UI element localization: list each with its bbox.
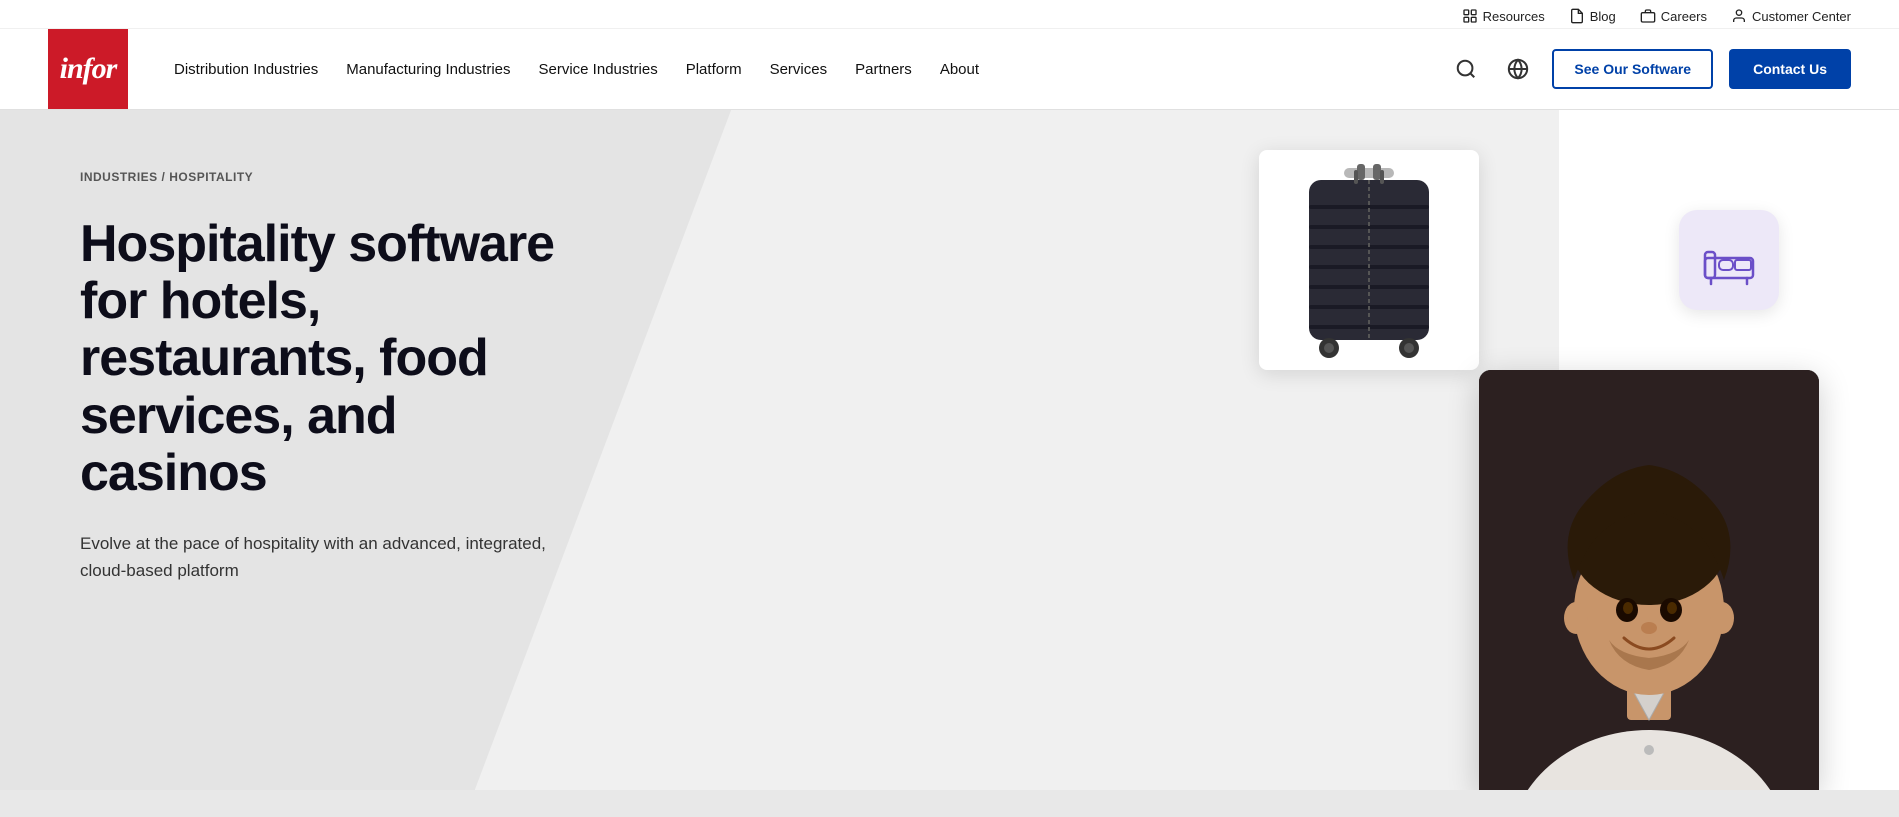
person-image-card bbox=[1479, 370, 1819, 790]
top-bar: Resources Blog Careers Customer Center bbox=[0, 0, 1899, 29]
nav-services[interactable]: Services bbox=[756, 29, 842, 109]
nav-about[interactable]: About bbox=[926, 29, 993, 109]
blog-link[interactable]: Blog bbox=[1569, 8, 1616, 24]
breadcrumb: INDUSTRIES / HOSPITALITY bbox=[80, 170, 560, 184]
nav-links: Distribution Industries Manufacturing In… bbox=[160, 29, 1448, 109]
nav-right: See Our Software Contact Us bbox=[1448, 49, 1851, 89]
search-button[interactable] bbox=[1448, 51, 1484, 87]
resources-link[interactable]: Resources bbox=[1462, 8, 1545, 24]
nav-partners[interactable]: Partners bbox=[841, 29, 926, 109]
nav-platform[interactable]: Platform bbox=[672, 29, 756, 109]
hero-section: INDUSTRIES / HOSPITALITY Hospitality sof… bbox=[0, 110, 1899, 790]
hero-title: Hospitality software for hotels, restaur… bbox=[80, 216, 560, 502]
logo[interactable]: infor bbox=[48, 29, 128, 109]
careers-link[interactable]: Careers bbox=[1640, 8, 1707, 24]
customer-center-link[interactable]: Customer Center bbox=[1731, 8, 1851, 24]
nav-distribution-industries[interactable]: Distribution Industries bbox=[160, 29, 332, 109]
globe-button[interactable] bbox=[1500, 51, 1536, 87]
nav-bar: infor Distribution Industries Manufactur… bbox=[0, 29, 1899, 109]
header: Resources Blog Careers Customer Center i… bbox=[0, 0, 1899, 110]
nav-service-industries[interactable]: Service Industries bbox=[525, 29, 672, 109]
nav-manufacturing-industries[interactable]: Manufacturing Industries bbox=[332, 29, 524, 109]
hero-images bbox=[855, 110, 1899, 790]
hero-content: INDUSTRIES / HOSPITALITY Hospitality sof… bbox=[0, 170, 640, 584]
hero-subtitle: Evolve at the pace of hospitality with a… bbox=[80, 530, 560, 584]
luggage-image-card bbox=[1259, 150, 1479, 370]
person-silhouette bbox=[1479, 370, 1819, 790]
hotel-icon-card bbox=[1679, 210, 1779, 310]
see-software-button[interactable]: See Our Software bbox=[1552, 49, 1713, 89]
contact-us-button[interactable]: Contact Us bbox=[1729, 49, 1851, 89]
